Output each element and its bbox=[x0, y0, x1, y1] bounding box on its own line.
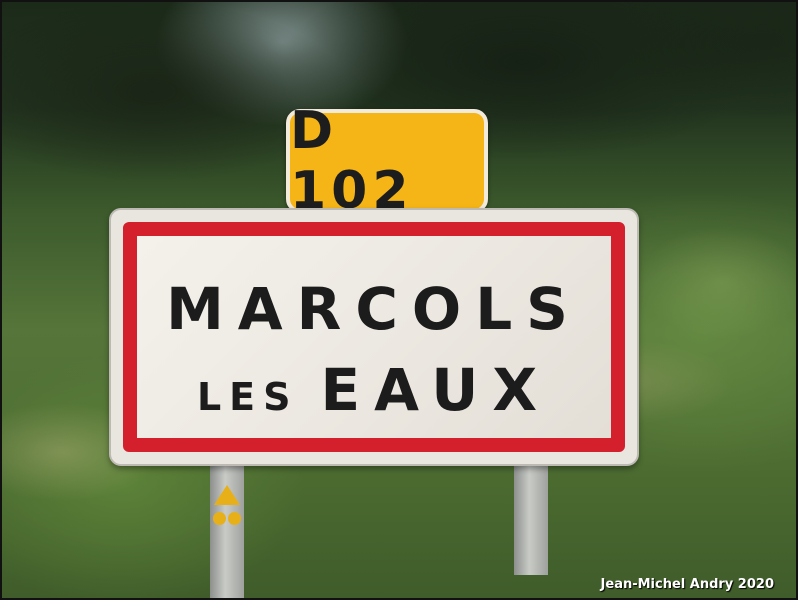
left-sign-post bbox=[210, 457, 244, 598]
town-name-line1: MARCOLS bbox=[166, 275, 582, 343]
hiking-marker-dot-icon bbox=[228, 512, 241, 525]
route-number-sign: D 102 bbox=[286, 101, 488, 221]
right-sign-post bbox=[514, 457, 548, 575]
town-sign-red-border: MARCOLS LES EAUX bbox=[123, 222, 625, 452]
photo-frame: D 102 MARCOLS LES EAUX Jean-Michel Andry … bbox=[0, 0, 798, 600]
town-name-les: LES bbox=[196, 375, 299, 419]
hiking-marker-dot-icon bbox=[213, 512, 226, 525]
photo-credit: Jean-Michel Andry 2020 bbox=[600, 577, 774, 592]
town-name-eaux: EAUX bbox=[320, 356, 552, 424]
town-name-line2: LES EAUX bbox=[137, 361, 611, 419]
town-entry-sign: MARCOLS LES EAUX bbox=[109, 208, 639, 466]
hiking-marker-triangle-icon bbox=[214, 485, 240, 505]
route-number-label: D 102 bbox=[290, 101, 414, 221]
